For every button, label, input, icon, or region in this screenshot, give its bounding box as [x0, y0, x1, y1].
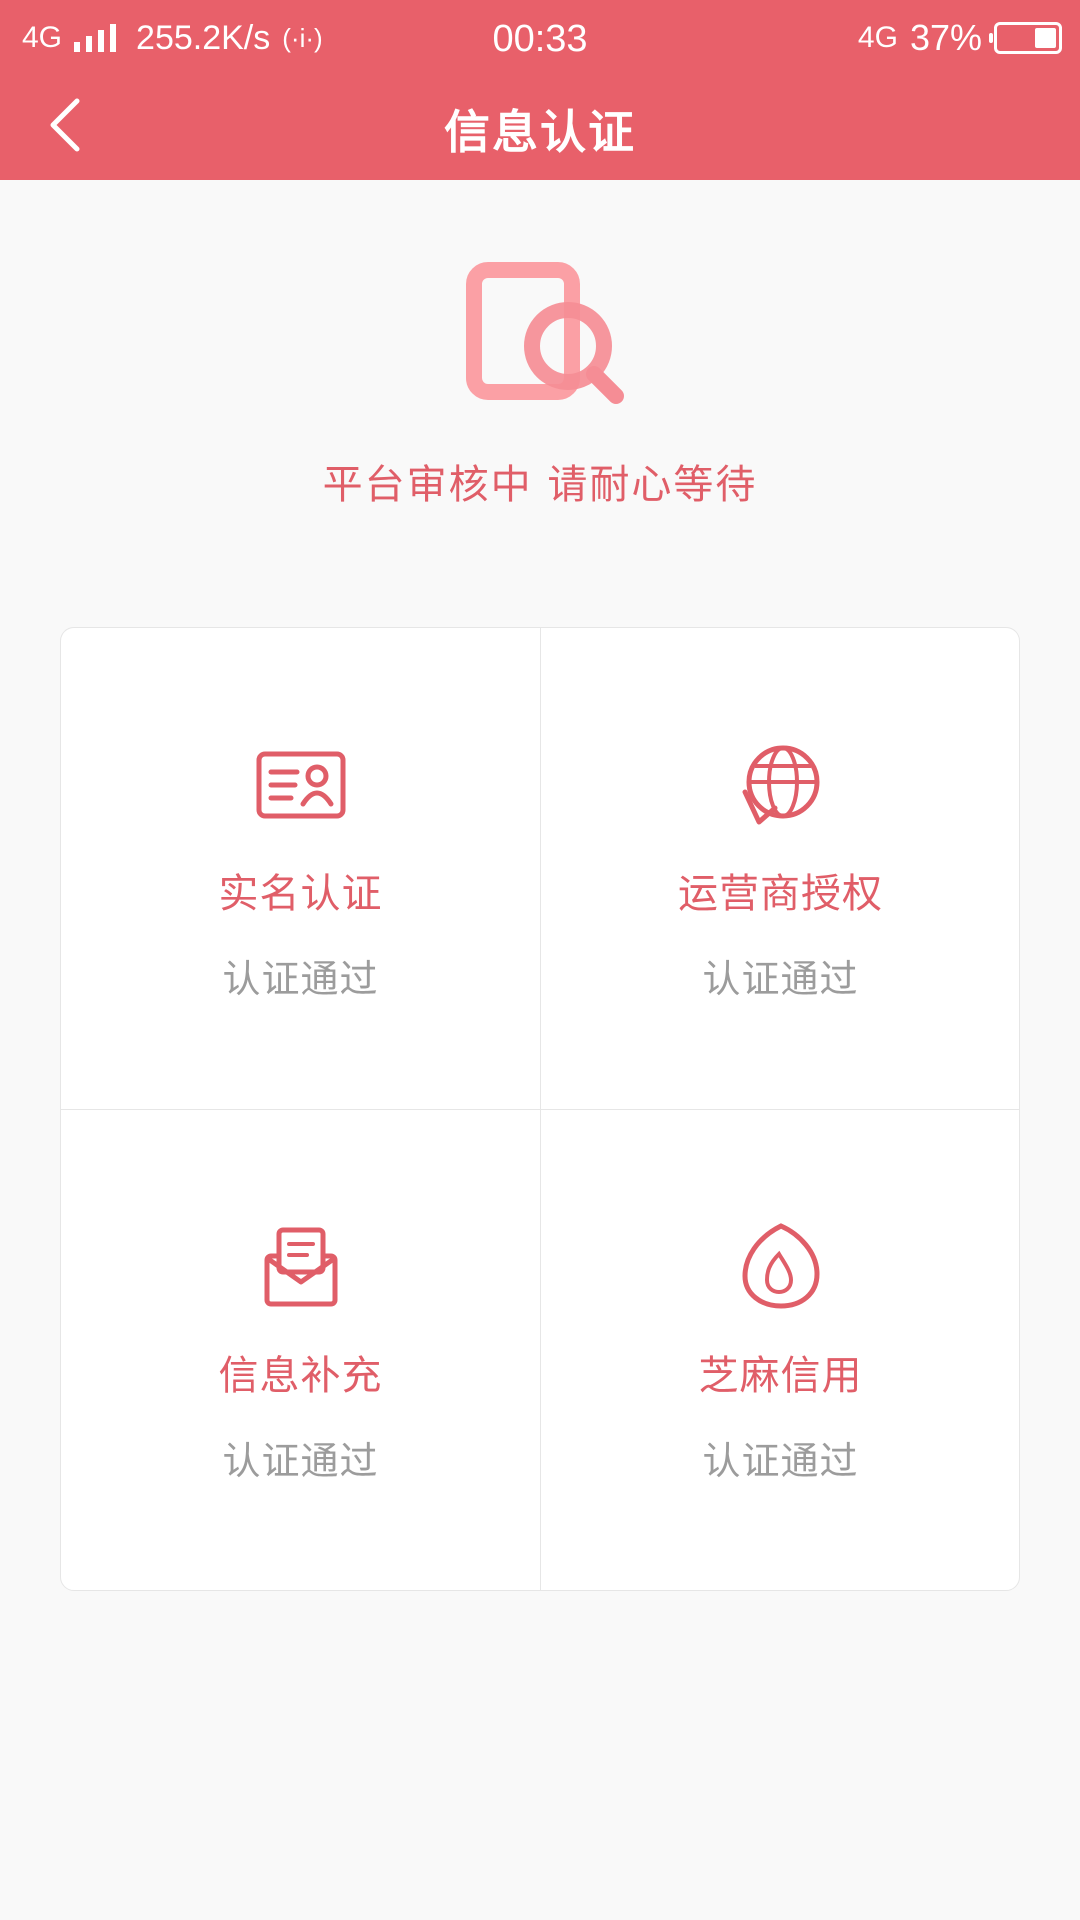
verify-item-title: 实名认证	[218, 871, 383, 917]
verify-item-status: 认证通过	[702, 1439, 859, 1483]
sesame-credit-icon	[735, 1220, 827, 1312]
app-header: 4G 255.2K/s (·i·) 00:33 4G 37% 信息认证	[0, 0, 1080, 180]
battery-level	[1035, 28, 1056, 48]
network-type-right: 4G	[857, 21, 898, 54]
verify-item-title: 运营商授权	[678, 871, 883, 917]
battery-icon	[989, 22, 1062, 54]
verify-item-real-name[interactable]: 实名认证 认证通过	[61, 628, 541, 1110]
verify-item-title: 芝麻信用	[698, 1353, 863, 1399]
review-status-message: 平台审核中 请耐心等待	[322, 462, 758, 508]
battery-percent: 37%	[909, 17, 982, 58]
envelope-icon	[255, 1220, 347, 1312]
verify-item-status: 认证通过	[702, 957, 859, 1001]
verify-item-info-supplement[interactable]: 信息补充 认证通过	[61, 1110, 541, 1590]
status-bar-right: 4G 37%	[857, 17, 1062, 58]
verification-grid: 实名认证 认证通过 运营商授权 认证通过 信息补充 认证通过 芝麻信用 认证通过	[60, 627, 1020, 1591]
document-search-icon	[466, 262, 626, 412]
globe-icon	[735, 738, 827, 830]
verify-item-title: 信息补充	[218, 1353, 383, 1399]
nav-bar: 信息认证	[0, 76, 1080, 180]
verify-item-status: 认证通过	[222, 957, 379, 1001]
verify-item-carrier[interactable]: 运营商授权 认证通过	[541, 628, 1019, 1110]
verify-item-sesame-credit[interactable]: 芝麻信用 认证通过	[541, 1110, 1019, 1590]
verify-item-status: 认证通过	[222, 1439, 379, 1483]
page-title: 信息认证	[444, 105, 636, 159]
status-bar: 4G 255.2K/s (·i·) 00:33 4G 37%	[0, 0, 1080, 76]
id-card-icon	[255, 738, 347, 830]
